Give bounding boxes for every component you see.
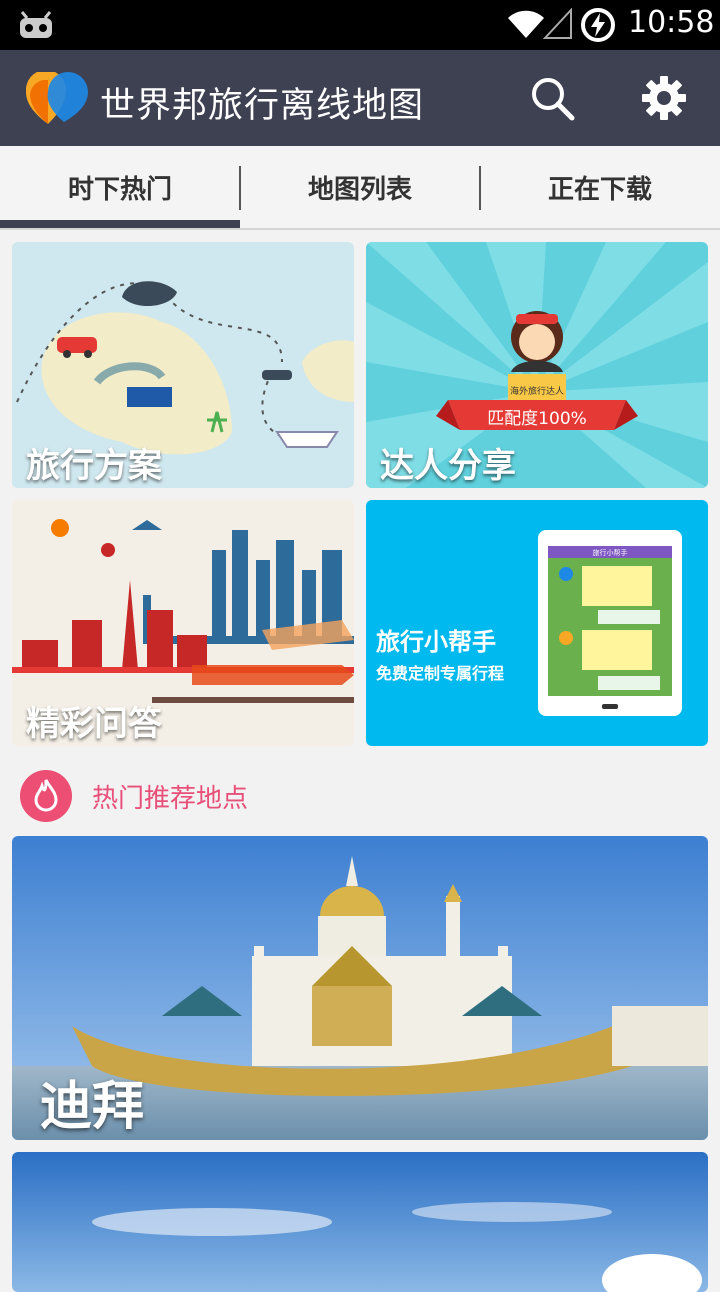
tab-map-list[interactable]: 地图列表	[240, 146, 480, 228]
qa-label: 精彩问答	[26, 704, 162, 744]
tab-downloading[interactable]: 正在下载	[480, 146, 720, 228]
expert-share-label: 达人分享	[380, 446, 516, 486]
tab-active-indicator	[0, 220, 240, 228]
app-title: 世界邦旅行离线地图	[100, 86, 425, 126]
fire-icon	[20, 770, 72, 822]
qa-card[interactable]: 精彩问答	[12, 500, 354, 746]
travel-helper-label: 旅行小帮手	[376, 628, 496, 656]
gear-icon[interactable]	[640, 74, 688, 122]
travel-plan-label: 旅行方案	[26, 446, 162, 486]
section-title: 热门推荐地点	[92, 784, 249, 814]
travel-helper-card[interactable]: 旅行小帮手 免费定制专属行程 旅行小帮手	[366, 500, 708, 746]
destination-name: 迪拜	[40, 1077, 145, 1137]
signal-icon	[543, 8, 572, 39]
tablet-screen-title: 旅行小帮手	[593, 548, 628, 557]
tab-bar: 时下热门 地图列表 正在下载	[0, 146, 720, 230]
expert-share-card[interactable]: 匹配度100% 海外旅行达人 达人分享	[366, 242, 708, 488]
destination-photo	[12, 1152, 708, 1292]
wifi-icon	[508, 10, 544, 38]
status-time: 10:58	[628, 5, 715, 40]
match-ribbon-text: 匹配度100%	[487, 409, 587, 429]
app-logo	[26, 72, 88, 124]
hot-destinations-header: 热门推荐地点	[0, 766, 720, 826]
travel-plan-card[interactable]: 旅行方案	[12, 242, 354, 488]
app-bar: 世界邦旅行离线地图	[0, 50, 720, 146]
status-bar: 10:58	[0, 0, 720, 50]
expert-badge-text: 海外旅行达人	[510, 385, 564, 397]
travel-helper-sublabel: 免费定制专属行程	[376, 664, 505, 683]
destination-card[interactable]: 迪拜	[12, 836, 708, 1140]
android-notification-icon	[20, 11, 52, 38]
tablet-illustration: 旅行小帮手	[538, 530, 682, 716]
search-icon[interactable]	[528, 74, 576, 122]
battery-charging-icon	[581, 8, 615, 42]
destination-card[interactable]	[12, 1152, 708, 1292]
tab-trending[interactable]: 时下热门	[0, 146, 240, 228]
